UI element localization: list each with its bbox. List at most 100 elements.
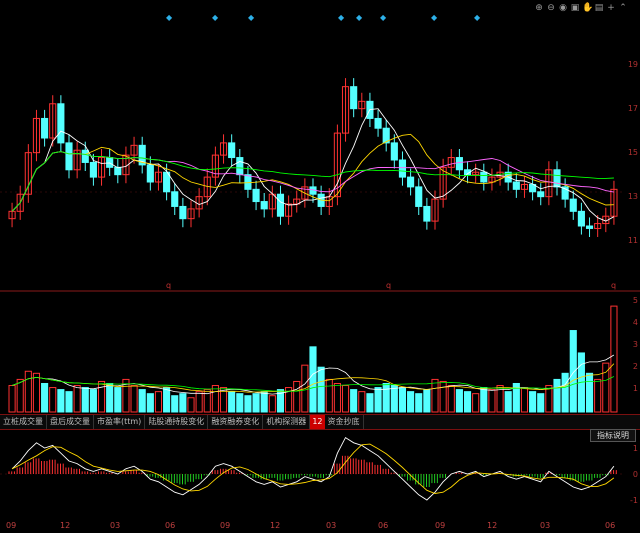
- hand-icon[interactable]: ✋: [582, 3, 593, 13]
- candle: [81, 149, 89, 163]
- candle: [114, 166, 122, 176]
- eye-icon[interactable]: ◉: [558, 3, 568, 13]
- volume-bar: [97, 380, 106, 413]
- volume-bar: [146, 393, 154, 413]
- event-diamond-icon[interactable]: ◆: [248, 13, 254, 22]
- indicator-tab-4[interactable]: 融资融券变化: [208, 415, 264, 429]
- indicator-tab-1[interactable]: 盘后成交量: [47, 415, 94, 429]
- q-marker[interactable]: q: [611, 281, 616, 290]
- candlestick-chart[interactable]: [0, 0, 640, 292]
- indicator-tab-6[interactable]: 12: [310, 415, 325, 429]
- indicator-tab-0[interactable]: 立桩成交量: [0, 415, 47, 429]
- candle: [41, 117, 49, 139]
- volume-bar: [423, 389, 431, 413]
- candle: [260, 201, 268, 210]
- lock-icon[interactable]: ▣: [570, 3, 580, 13]
- event-diamond-icon[interactable]: ◆: [212, 13, 218, 22]
- plus-icon[interactable]: +: [606, 3, 616, 13]
- candle: [146, 164, 154, 183]
- volume-tick-label: 5: [632, 296, 638, 305]
- volume-bar: [415, 393, 423, 413]
- volume-chart[interactable]: [0, 292, 640, 414]
- volume-bar: [317, 366, 325, 413]
- volume-bar: [81, 387, 89, 413]
- volume-bar: [480, 387, 488, 413]
- volume-bar: [488, 389, 496, 413]
- macd-tick-label: 1: [632, 444, 638, 453]
- volume-bar: [520, 387, 529, 413]
- event-diamond-icon[interactable]: ◆: [166, 13, 172, 22]
- volume-bar: [154, 391, 163, 413]
- volume-bar: [130, 385, 138, 413]
- candle: [553, 169, 561, 188]
- candle: [244, 174, 252, 190]
- volume-bar: [179, 393, 187, 413]
- chart-toolbar: ⊕ ⊖ ◉ ▣ ✋ ▤ + ⌃: [534, 3, 628, 15]
- volume-bar: [529, 391, 537, 413]
- event-diamond-icon[interactable]: ◆: [474, 13, 480, 22]
- candle: [577, 210, 585, 227]
- volume-pane[interactable]: 5 4 3 2 1: [0, 292, 640, 414]
- volume-bar: [350, 389, 358, 413]
- volume-bar: [138, 389, 146, 413]
- candle: [276, 193, 285, 217]
- macd-chart[interactable]: [0, 428, 640, 520]
- candle: [350, 86, 358, 110]
- candle: [106, 157, 114, 168]
- book-icon[interactable]: ▤: [594, 3, 604, 13]
- dif-line: [11, 436, 615, 501]
- volume-bar: [106, 382, 114, 413]
- date-tick-label: 06: [378, 521, 389, 530]
- volume-bar: [228, 391, 236, 413]
- candle: [585, 225, 594, 229]
- date-tick-label: 06: [165, 521, 176, 530]
- zoom-in-icon[interactable]: ⊕: [534, 3, 544, 13]
- date-tick-label: 12: [270, 521, 281, 530]
- price-chart-pane[interactable]: 19 17 15 13 11: [0, 0, 640, 292]
- volume-bar: [325, 378, 333, 413]
- volume-bar: [73, 385, 81, 413]
- volume-bar: [504, 391, 512, 413]
- event-diamond-icon[interactable]: ◆: [431, 13, 437, 22]
- volume-bar: [49, 387, 57, 413]
- candle: [374, 117, 382, 129]
- candle: [407, 176, 415, 188]
- volume-bar: [268, 395, 276, 413]
- candle: [569, 198, 577, 212]
- q-marker[interactable]: q: [166, 281, 171, 290]
- volume-tick-label: 2: [632, 362, 638, 371]
- event-diamond-icon[interactable]: ◆: [380, 13, 386, 22]
- date-axis: 09 12 03 06 09 12 03 06 09 12 03 06: [0, 520, 640, 533]
- indicator-tab-3[interactable]: 陆股通持股变化: [145, 415, 209, 429]
- date-tick-label: 03: [540, 521, 551, 530]
- volume-bar: [439, 380, 447, 413]
- candle: [171, 191, 179, 207]
- volume-tick-label: 3: [632, 340, 638, 349]
- volume-bar: [358, 391, 366, 413]
- indicator-tab-7[interactable]: 资金抄底: [325, 415, 364, 429]
- candle: [512, 181, 520, 190]
- volume-bar: [569, 330, 577, 413]
- volume-bar: [455, 389, 463, 413]
- event-diamond-icon[interactable]: ◆: [338, 13, 344, 22]
- event-diamond-icon[interactable]: ◆: [356, 13, 362, 22]
- volume-bar: [431, 378, 439, 413]
- volume-bar: [163, 387, 171, 413]
- candle: [423, 205, 431, 222]
- macd-pane[interactable]: 1 0 -1: [0, 428, 640, 520]
- candle: [455, 157, 463, 171]
- volume-bar: [293, 380, 301, 413]
- chevron-up-icon[interactable]: ⌃: [618, 3, 628, 13]
- indicator-explain-button[interactable]: 指标说明: [590, 429, 636, 442]
- indicator-tab-5[interactable]: 机构探测器: [263, 415, 311, 429]
- q-marker[interactable]: q: [386, 281, 391, 290]
- volume-bar: [398, 387, 407, 413]
- volume-bar: [260, 391, 268, 413]
- price-tick-label: 15: [627, 148, 638, 157]
- zoom-out-icon[interactable]: ⊖: [546, 3, 556, 13]
- volume-bar: [252, 393, 260, 413]
- indicator-tab-2[interactable]: 市盈率(ttm): [94, 415, 146, 429]
- date-tick-label: 12: [60, 521, 71, 530]
- candle: [89, 161, 97, 178]
- candle: [228, 142, 236, 159]
